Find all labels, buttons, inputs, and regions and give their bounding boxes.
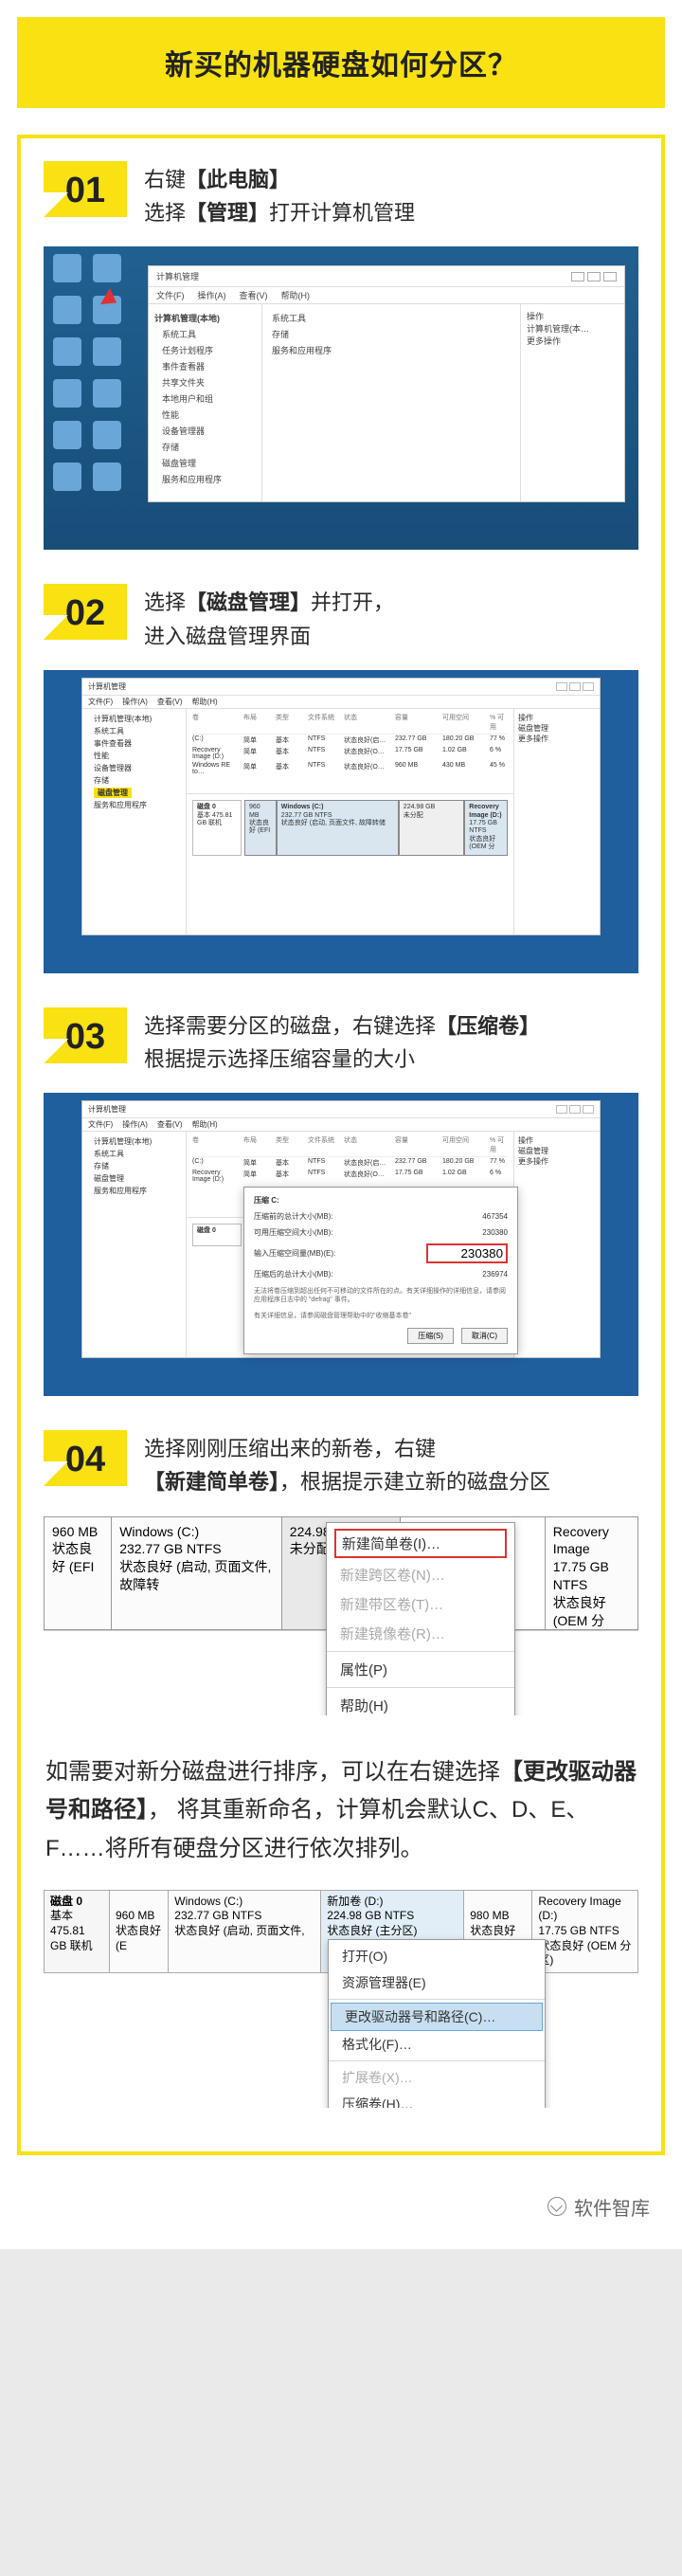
mgmt-window[interactable]: 计算机管理 文件(F) 操作(A) 查看(V) 帮助(H) 计算机管理(本地) [148, 265, 625, 502]
step-01-text: 右键【此电脑】 选择【管理】打开计算机管理 [144, 161, 638, 229]
source-label: 软件智库 [574, 2193, 650, 2221]
diskmgmt-window[interactable]: 计算机管理 文件(F)操作(A) 查看(V)帮助(H) 计算机管理(本地) 系统… [81, 1100, 601, 1358]
step-04-head: 04 选择刚刚压缩出来的新卷，右键 【新建简单卷】，根据提示建立新的磁盘分区 [21, 1430, 661, 1515]
center-panel: 系统工具 存储 服务和应用程序 [262, 304, 520, 501]
context-menu[interactable]: 新建简单卷(I)… 新建跨区卷(N)… 新建带区卷(T)… 新建镜像卷(R)… … [326, 1522, 515, 1715]
step-num: 02 [65, 593, 105, 633]
step-num: 01 [65, 171, 105, 210]
step-01-screenshot: 计算机管理 文件(F) 操作(A) 查看(V) 帮助(H) 计算机管理(本地) [44, 246, 638, 550]
menu-new-simple-volume[interactable]: 新建简单卷(I)… [334, 1529, 507, 1558]
step-03-screenshot: 计算机管理 文件(F)操作(A) 查看(V)帮助(H) 计算机管理(本地) 系统… [44, 1093, 638, 1396]
volume-list[interactable]: 卷 布局 类型 文件系统 状态 容量 可用空间 % 可用 [187, 709, 513, 794]
shrink-cancel-button[interactable]: 取消(C) [461, 1328, 508, 1344]
menu-change-drive-letter[interactable]: 更改驱动器号和路径(C)… [331, 2003, 543, 2031]
diskmgmt-window[interactable]: 计算机管理 文件(F) 操作(A) 查看(V) 帮助(H) 计算机管理(本地) [81, 678, 601, 935]
tree-panel[interactable]: 计算机管理(本地) 系统工具 事件查看器 性能 设备管理器 存储 磁盘管理 服务… [82, 709, 187, 934]
window-controls[interactable] [556, 682, 594, 691]
context-menu[interactable]: 打开(O) 资源管理器(E) 更改驱动器号和路径(C)… 格式化(F)… 扩展卷… [328, 1939, 546, 2108]
actions-panel: 操作 计算机管理(本… 更多操作 [520, 304, 624, 501]
step-num: 04 [65, 1440, 105, 1479]
step-05-screenshot: 磁盘 0基本 475.81 GB 联机 960 MB 状态良好 (E Windo… [44, 1890, 638, 2108]
shrink-amount-input[interactable] [426, 1243, 508, 1263]
step-02-text: 选择【磁盘管理】并打开， 进入磁盘管理界面 [144, 584, 638, 652]
vol-row: (C:)简单 基本NTFS 状态良好(启…232.77 GB 180.20 GB… [192, 735, 508, 746]
disk-graph[interactable]: 磁盘 0基本 475.81 GB 联机 960 MB状态良好 (EFI Wind… [187, 794, 513, 934]
step-01-head: 01 右键【此电脑】 选择【管理】打开计算机管理 [21, 161, 661, 246]
menu-bar[interactable]: 文件(F) 操作(A) 查看(V) 帮助(H) [149, 287, 624, 304]
window-controls[interactable] [571, 272, 617, 281]
vol-row: Recovery Image (D:)简单 基本NTFS 状态良好(O…17.7… [192, 746, 508, 761]
step-num: 03 [65, 1017, 105, 1057]
instruction-paragraph: 如需要对新分磁盘进行排序，可以在右键选择【更改驱动器号和路径】， 将其重新命名，… [21, 1750, 661, 1890]
step-03-head: 03 选择需要分区的磁盘，右键选择【压缩卷】 根据提示选择压缩容量的大小 [21, 1007, 661, 1093]
step-04-text: 选择刚刚压缩出来的新卷，右键 【新建简单卷】，根据提示建立新的磁盘分区 [144, 1430, 638, 1498]
step-04-screenshot: 960 MB 状态良好 (EFI Windows (C:) 232.77 GB … [44, 1516, 638, 1715]
desktop: 计算机管理 文件(F) 操作(A) 查看(V) 帮助(H) 计算机管理(本地) [44, 246, 638, 550]
window-title: 计算机管理 [156, 270, 199, 282]
step-02-head: 02 选择【磁盘管理】并打开， 进入磁盘管理界面 [21, 584, 661, 669]
dialog-title: 压缩 C: [254, 1195, 508, 1206]
source-icon [547, 2197, 566, 2216]
main-block: 01 右键【此电脑】 选择【管理】打开计算机管理 计算机管理 [17, 135, 665, 2155]
step-03-text: 选择需要分区的磁盘，右键选择【压缩卷】 根据提示选择压缩容量的大小 [144, 1007, 638, 1076]
vol-row: Windows RE to…简单 基本NTFS 状态良好(O…960 MB 43… [192, 761, 508, 776]
page: 新买的机器硬盘如何分区？ 01 右键【此电脑】 选择【管理】打开计算机管理 计 [0, 0, 682, 2249]
page-title: 新买的机器硬盘如何分区？ [30, 42, 652, 83]
step-02-screenshot: 计算机管理 文件(F) 操作(A) 查看(V) 帮助(H) 计算机管理(本地) [44, 670, 638, 973]
step-num-badge: 01 [44, 161, 127, 217]
tree-panel[interactable]: 计算机管理(本地) 系统工具 任务计划程序 事件查看器 共享文件夹 本地用户和组… [149, 304, 262, 501]
disk-mgmt-item[interactable]: 磁盘管理 [94, 788, 132, 798]
footer: 软件智库 [17, 2182, 665, 2232]
title-block: 新买的机器硬盘如何分区？ [17, 17, 665, 108]
shrink-ok-button[interactable]: 压缩(S) [407, 1328, 454, 1344]
shrink-dialog[interactable]: 压缩 C: 压缩前的总计大小(MB):467354 可用压缩空间大小(MB):2… [243, 1187, 518, 1354]
